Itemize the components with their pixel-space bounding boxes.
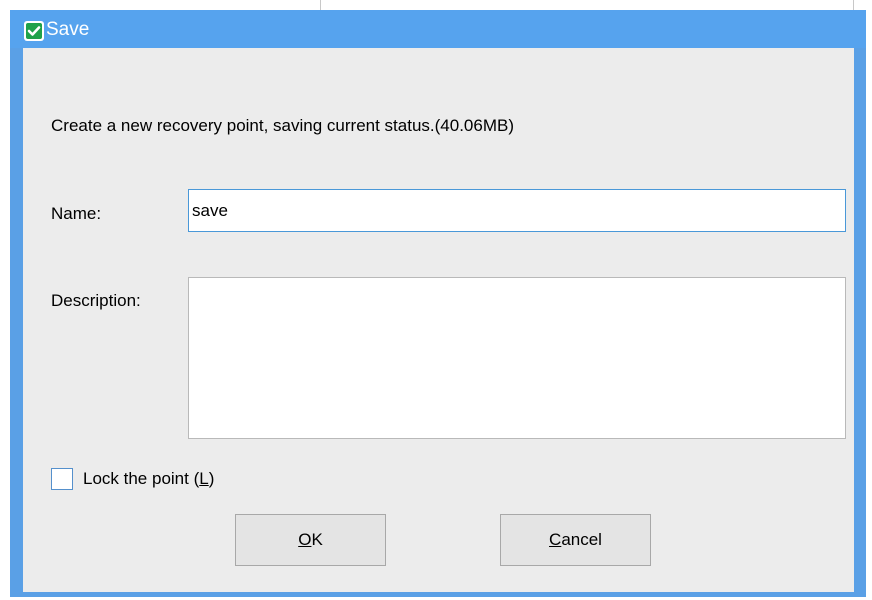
lock-label-prefix: Lock the point ( [83,469,200,488]
background-window-edge [320,0,321,10]
shield-check-icon [24,21,44,41]
save-dialog: Save Create a new recovery point, saving… [10,10,866,597]
ok-button[interactable]: OK [235,514,386,566]
lock-point-option[interactable]: Lock the point (L) [51,468,214,490]
lock-point-label[interactable]: Lock the point (L) [83,469,214,489]
cancel-accesskey: C [549,530,562,549]
title-bar[interactable]: Save [10,10,866,48]
description-label: Description: [51,291,141,310]
ok-accesskey: O [298,530,312,549]
description-field[interactable] [188,277,846,439]
name-field[interactable] [188,189,846,232]
lock-point-checkbox[interactable] [51,468,73,490]
recovery-message: Create a new recovery point, saving curr… [51,116,514,135]
cancel-button[interactable]: Cancel [500,514,651,566]
dialog-body: Create a new recovery point, saving curr… [23,48,854,592]
cancel-label-rest: ancel [561,530,602,549]
name-label: Name: [51,204,102,223]
background-window-edge [853,0,854,10]
screen: Save Create a new recovery point, saving… [0,0,872,600]
ok-label-rest: K [311,530,323,549]
lock-label-suffix: ) [208,469,215,488]
window-title: Save [46,19,90,40]
lock-label-accesskey: L [199,469,209,488]
